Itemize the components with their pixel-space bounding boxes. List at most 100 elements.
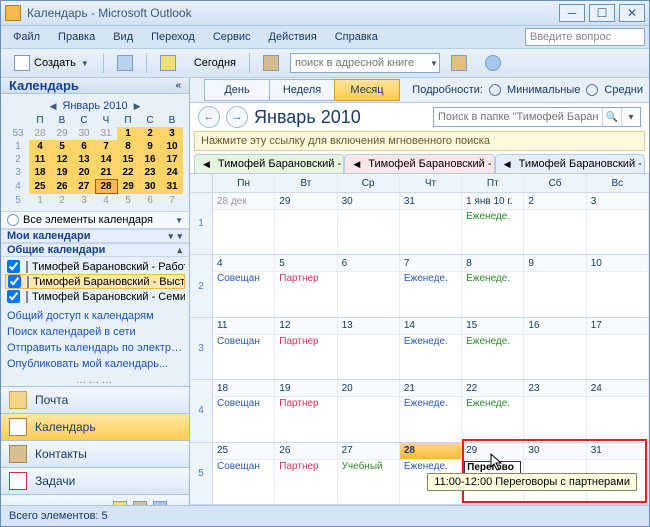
next-month-button[interactable]: ▶	[134, 101, 141, 112]
mini-day[interactable]: 6	[73, 140, 95, 153]
day-cell[interactable]: 3	[587, 193, 649, 254]
help-button[interactable]	[478, 52, 508, 74]
calendar-item[interactable]: Тимофей Барановский - Работа	[5, 259, 185, 274]
menu-help[interactable]: Справка	[327, 29, 386, 45]
link-send[interactable]: Отправить календарь по электронно	[7, 342, 183, 354]
day-cell[interactable]: 16	[524, 318, 586, 379]
create-button[interactable]: Создать ▼	[7, 52, 97, 74]
nav-contacts[interactable]: Контакты	[1, 440, 189, 467]
week-number[interactable]: 4	[190, 380, 213, 441]
nav-calendar[interactable]: Календарь	[1, 413, 189, 440]
address-book-button[interactable]	[444, 52, 474, 74]
link-share[interactable]: Общий доступ к календарям	[7, 310, 183, 322]
mini-day[interactable]: 29	[117, 180, 139, 194]
week-number[interactable]: 5	[190, 443, 213, 504]
search-address-input[interactable]	[291, 57, 429, 69]
mini-day[interactable]: 21	[95, 166, 117, 180]
day-cell[interactable]: 22Еженеде.	[462, 380, 524, 441]
day-cell[interactable]: 10	[587, 255, 649, 316]
search-icon[interactable]: 🔍	[602, 108, 621, 126]
calendar-event[interactable]: Партнер	[277, 336, 334, 347]
maximize-button[interactable]: ☐	[589, 4, 615, 22]
print-button[interactable]	[110, 52, 140, 74]
mini-day[interactable]: 23	[139, 166, 161, 180]
tab-arrow-icon[interactable]: ◀	[203, 159, 210, 170]
day-cell[interactable]: 4Совещан	[213, 255, 275, 316]
day-cell[interactable]: 12Партнер	[275, 318, 337, 379]
day-cell[interactable]: 20	[338, 380, 400, 441]
day-cell[interactable]: 5Партнер	[275, 255, 337, 316]
day-cell[interactable]: 29	[275, 193, 337, 254]
mini-day[interactable]: 7	[95, 140, 117, 153]
prev-period-button[interactable]: ←	[198, 106, 220, 128]
day-cell[interactable]: 7Еженеде.	[400, 255, 462, 316]
mini-day[interactable]: 15	[117, 153, 139, 166]
calendar-item[interactable]: Тимофей Барановский - Семина	[5, 289, 185, 304]
day-cell[interactable]: 27Учебный	[338, 443, 400, 504]
mini-day[interactable]: 30	[139, 180, 161, 194]
day-cell[interactable]: 21Еженеде.	[400, 380, 462, 441]
day-cell[interactable]: 19Партнер	[275, 380, 337, 441]
mini-day[interactable]: 28	[95, 180, 117, 194]
nav-mail[interactable]: Почта	[1, 386, 189, 413]
tab-arrow-icon[interactable]: ◀	[504, 159, 511, 170]
mini-day[interactable]: 13	[73, 153, 95, 166]
day-cell[interactable]: 1 янв 10 г.Еженеде.	[462, 193, 524, 254]
day-cell[interactable]: 25Совещан	[213, 443, 275, 504]
next-period-button[interactable]: →	[226, 106, 248, 128]
mini-day[interactable]: 14	[95, 153, 117, 166]
mini-day[interactable]: 24	[161, 166, 183, 180]
link-publish[interactable]: Опубликовать мой календарь...	[7, 358, 183, 370]
mini-day[interactable]: 20	[73, 166, 95, 180]
search-address-book[interactable]: ▼	[290, 53, 440, 73]
week-number[interactable]: 2	[190, 255, 213, 316]
search-folder-input[interactable]	[434, 111, 602, 123]
detail-med-radio[interactable]	[586, 84, 598, 96]
mini-day[interactable]: 9	[139, 140, 161, 153]
mini-day[interactable]: 2	[139, 127, 161, 140]
detail-min-radio[interactable]	[489, 84, 501, 96]
calendar-tab[interactable]: ◀Тимофей Барановский - ...	[495, 154, 645, 173]
mini-day[interactable]: 3	[73, 194, 95, 208]
day-cell[interactable]: 26Партнер	[275, 443, 337, 504]
mini-day[interactable]: 8	[117, 140, 139, 153]
day-cell[interactable]: 31	[400, 193, 462, 254]
search-folder[interactable]: 🔍 ▾	[433, 107, 641, 127]
mini-day[interactable]: 3	[161, 127, 183, 140]
day-cell[interactable]: 23	[524, 380, 586, 441]
day-cell[interactable]: 2	[524, 193, 586, 254]
day-cell[interactable]: 9	[524, 255, 586, 316]
calendar-event[interactable]: Учебный	[340, 461, 397, 472]
calendar-event[interactable]: Совещан	[215, 336, 272, 347]
menu-actions[interactable]: Действия	[261, 29, 325, 45]
minimize-button[interactable]: ─	[559, 4, 585, 22]
calendar-event[interactable]: Совещан	[215, 461, 272, 472]
prev-month-button[interactable]: ◀	[49, 101, 56, 112]
mini-day[interactable]: 16	[139, 153, 161, 166]
calendar-checkbox[interactable]	[8, 275, 21, 288]
mini-day[interactable]: 5	[51, 140, 73, 153]
my-calendars-header[interactable]: Мои календари ▾ ▾	[1, 229, 189, 243]
week-number[interactable]: 1	[190, 193, 213, 254]
nav-tasks[interactable]: Задачи	[1, 467, 189, 494]
calendar-event[interactable]: Партнер	[277, 398, 334, 409]
chevron-down-icon[interactable]: ▼	[429, 59, 439, 68]
calendar-item[interactable]: Тимофей Барановский - Выстав	[5, 274, 185, 289]
calendar-event[interactable]: Еженеде.	[402, 273, 459, 284]
calendar-tab[interactable]: ◀Тимофей Барановский - ...	[194, 154, 344, 173]
mini-day[interactable]: 17	[161, 153, 183, 166]
day-cell[interactable]: 24	[587, 380, 649, 441]
calendar-event[interactable]: Еженеде.	[464, 273, 521, 284]
search-contacts-button[interactable]	[256, 52, 286, 74]
day-cell[interactable]: 13	[338, 318, 400, 379]
view-week[interactable]: Неделя	[269, 79, 335, 101]
today-button[interactable]: Сегодня	[187, 54, 243, 72]
calendar-event[interactable]: Совещан	[215, 398, 272, 409]
day-cell[interactable]: 30	[338, 193, 400, 254]
menu-go[interactable]: Переход	[143, 29, 203, 45]
mini-day[interactable]: 2	[51, 194, 73, 208]
all-calendar-items[interactable]: Все элементы календаря ▼	[1, 211, 189, 229]
mini-day[interactable]: 28	[29, 127, 51, 140]
mini-day[interactable]: 1	[29, 194, 51, 208]
day-cell[interactable]: 6	[338, 255, 400, 316]
